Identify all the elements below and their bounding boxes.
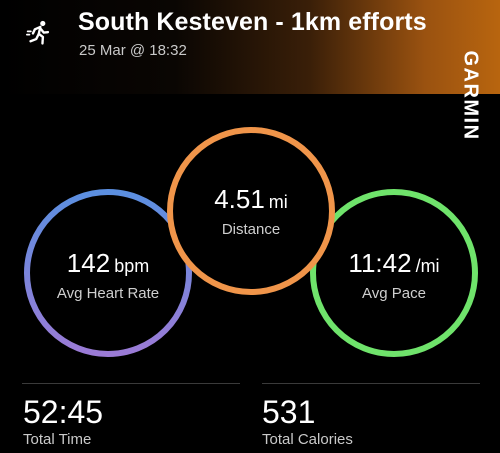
distance-ring: 4.51 mi Distance — [166, 126, 336, 296]
total-calories-label: Total Calories — [262, 431, 353, 448]
divider-left — [22, 383, 240, 384]
pace-unit: /mi — [415, 256, 440, 276]
pace-label: Avg Pace — [362, 285, 426, 302]
activity-header: South Kesteven - 1km efforts 25 Mar @ 18… — [0, 0, 500, 94]
distance-number: 4.51 — [214, 184, 265, 214]
activity-datetime: 25 Mar @ 18:32 — [79, 42, 187, 59]
pace-number: 11:42 — [348, 248, 412, 278]
heart-rate-number: 142 — [66, 248, 111, 278]
total-time-label: Total Time — [23, 431, 92, 448]
total-time-value: 52:45 — [23, 394, 104, 430]
pace-value: 11:42/mi — [348, 248, 439, 279]
heart-rate-label: Avg Heart Rate — [56, 285, 160, 302]
activity-title: South Kesteven - 1km efforts — [78, 8, 427, 36]
garmin-logo: GARMIN — [455, 32, 485, 158]
heart-rate-value: 142 bpm — [67, 248, 149, 279]
total-calories-value: 531 — [262, 394, 316, 430]
distance-value: 4.51 mi — [214, 184, 288, 215]
garmin-wordmark: GARMIN — [459, 49, 482, 141]
divider-right — [262, 383, 480, 384]
distance-unit: mi — [268, 192, 288, 212]
distance-label: Distance — [221, 221, 281, 238]
running-icon — [26, 20, 50, 45]
heart-rate-unit: bpm — [114, 256, 150, 276]
